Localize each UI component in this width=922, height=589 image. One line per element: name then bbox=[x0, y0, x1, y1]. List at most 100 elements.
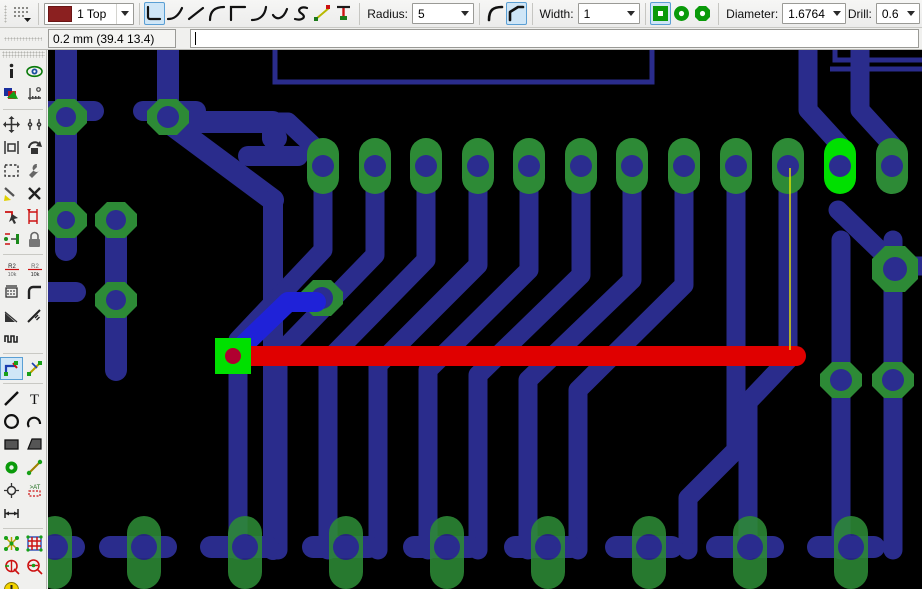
pad-square-icon[interactable] bbox=[650, 2, 672, 25]
grid-dropdown-icon[interactable] bbox=[11, 2, 33, 25]
chevron-down-icon[interactable] bbox=[457, 4, 473, 23]
width-label: Width: bbox=[539, 6, 574, 21]
split-icon[interactable] bbox=[0, 304, 23, 327]
sidebar-divider bbox=[3, 254, 43, 255]
pad-item bbox=[632, 516, 666, 589]
optimize-icon[interactable] bbox=[23, 304, 46, 327]
rect-icon[interactable] bbox=[0, 433, 23, 456]
pcb-artwork: .trk { stroke:#2a2c8c; fill:none; stroke… bbox=[48, 50, 922, 589]
layers-icon[interactable] bbox=[0, 83, 23, 106]
coordbar-drag-handle[interactable] bbox=[0, 28, 46, 49]
miter-chamfer-icon[interactable] bbox=[505, 2, 527, 25]
chevron-down-icon[interactable] bbox=[829, 4, 845, 23]
miter-round-icon[interactable] bbox=[485, 2, 506, 25]
sidebar-divider bbox=[3, 383, 43, 384]
display-eye-icon[interactable] bbox=[23, 60, 46, 83]
pad-round-icon[interactable] bbox=[671, 2, 692, 25]
info-icon[interactable] bbox=[0, 60, 23, 83]
svg-text:10k: 10k bbox=[30, 272, 39, 278]
bend-style-9-icon[interactable] bbox=[333, 2, 354, 25]
miter-icon[interactable] bbox=[23, 281, 46, 304]
application-window: 1 Top Radius: 5 Width: 1 Diameter: 1.676… bbox=[0, 0, 922, 589]
hole-icon[interactable] bbox=[0, 479, 23, 502]
sidebar-drag-handle[interactable] bbox=[1, 51, 45, 58]
chevron-down-icon[interactable] bbox=[623, 4, 639, 23]
move-icon[interactable] bbox=[0, 113, 23, 136]
layer-name-label: 1 Top bbox=[77, 6, 107, 21]
pad-item bbox=[531, 516, 565, 589]
toolbar-drag-handle[interactable] bbox=[2, 3, 9, 25]
sidebar-divider bbox=[3, 109, 43, 110]
bend-style-5-icon[interactable] bbox=[249, 2, 270, 25]
bend-style-6-icon[interactable] bbox=[270, 2, 291, 25]
bend-style-4-icon[interactable] bbox=[228, 2, 249, 25]
chevron-down-icon[interactable] bbox=[115, 3, 133, 24]
chevron-down-icon[interactable] bbox=[903, 4, 919, 23]
pad-item bbox=[48, 516, 72, 589]
mirror-icon[interactable] bbox=[23, 113, 46, 136]
bend-style-3-icon[interactable] bbox=[207, 2, 228, 25]
mark-icon[interactable] bbox=[23, 83, 46, 106]
radius-select[interactable]: 5 bbox=[411, 3, 474, 24]
erc-icon[interactable] bbox=[23, 555, 46, 578]
signal-icon[interactable] bbox=[0, 327, 23, 350]
bend-style-7-icon[interactable] bbox=[291, 2, 312, 25]
pad-item-highlighted bbox=[824, 138, 856, 194]
width-value: 1 bbox=[583, 6, 591, 21]
toolbar-separator bbox=[478, 2, 480, 25]
bend-style-2-icon[interactable] bbox=[186, 2, 207, 25]
delete-signal-icon[interactable] bbox=[0, 205, 23, 228]
pad-item bbox=[228, 516, 262, 589]
name-icon[interactable]: R2 10k bbox=[0, 258, 23, 281]
pad-octagon-icon[interactable] bbox=[692, 2, 713, 25]
toolbar-separator bbox=[718, 2, 720, 25]
toolbar-separator bbox=[531, 2, 533, 25]
autoroute-icon[interactable] bbox=[23, 532, 46, 555]
paste-icon[interactable] bbox=[0, 182, 23, 205]
change-wrench-icon[interactable] bbox=[23, 159, 46, 182]
pcb-canvas[interactable]: .trk { stroke:#2a2c8c; fill:none; stroke… bbox=[48, 50, 922, 589]
smash-icon[interactable] bbox=[0, 281, 23, 304]
width-select[interactable]: 1 bbox=[577, 3, 640, 24]
pad-item bbox=[513, 138, 545, 194]
diameter-value: 1.6764 bbox=[788, 6, 825, 21]
ratsnest-icon[interactable] bbox=[0, 532, 23, 555]
bend-style-1-icon[interactable] bbox=[165, 2, 186, 25]
text-icon[interactable]: T bbox=[23, 387, 46, 410]
lock-icon[interactable] bbox=[23, 228, 46, 251]
ripup-icon[interactable] bbox=[23, 357, 46, 380]
line-icon[interactable] bbox=[0, 387, 23, 410]
arc-icon[interactable] bbox=[23, 410, 46, 433]
replace-icon[interactable] bbox=[0, 228, 23, 251]
pad-item bbox=[733, 516, 767, 589]
circle-icon[interactable] bbox=[0, 410, 23, 433]
pad-item bbox=[616, 138, 648, 194]
route-icon[interactable] bbox=[0, 357, 23, 380]
toolbar-separator bbox=[359, 2, 361, 25]
delete-x-icon[interactable] bbox=[23, 182, 46, 205]
polygon-icon[interactable] bbox=[23, 433, 46, 456]
pad-item bbox=[329, 516, 363, 589]
top-toolbar: 1 Top Radius: 5 Width: 1 Diameter: 1.676… bbox=[0, 0, 922, 28]
mirror-vertical-icon[interactable] bbox=[23, 205, 46, 228]
diameter-select[interactable]: 1.6764 bbox=[782, 3, 846, 24]
rotate-icon[interactable] bbox=[23, 136, 46, 159]
attribute-icon[interactable]: >AT bbox=[23, 479, 46, 502]
drill-value: 0.6 bbox=[881, 6, 899, 21]
via-icon[interactable] bbox=[0, 456, 23, 479]
bend-style-0-icon[interactable] bbox=[144, 2, 166, 25]
layer-select[interactable]: 1 Top bbox=[44, 2, 134, 25]
value-icon[interactable]: R2 10k bbox=[23, 258, 46, 281]
drill-select[interactable]: 0.6 bbox=[875, 3, 921, 24]
dimension-icon[interactable] bbox=[0, 502, 23, 525]
command-input[interactable] bbox=[190, 29, 919, 48]
group-icon[interactable] bbox=[0, 159, 23, 182]
wire-icon[interactable] bbox=[23, 456, 46, 479]
drc-icon[interactable] bbox=[0, 555, 23, 578]
errors-warning-icon[interactable] bbox=[0, 578, 23, 589]
copy-icon[interactable] bbox=[0, 136, 23, 159]
bend-style-8-icon[interactable] bbox=[312, 2, 333, 25]
